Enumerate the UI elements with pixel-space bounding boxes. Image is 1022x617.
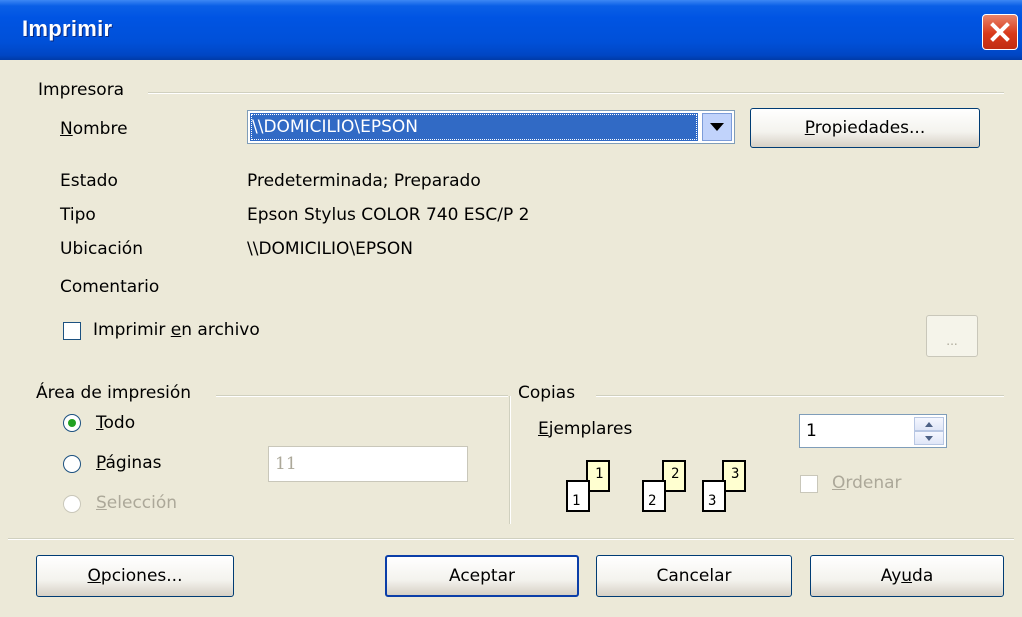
cancel-button[interactable]: Cancelar [596, 555, 792, 597]
printer-group-divider [148, 92, 1004, 94]
collate-page-front-3: 3 [702, 480, 726, 512]
copies-group-divider [596, 395, 1004, 397]
collate-label[interactable]: Ordenar [832, 473, 902, 493]
radio-todo-label[interactable]: Todo [96, 413, 135, 433]
print-to-file-checkbox[interactable] [63, 322, 81, 340]
pages-input[interactable]: 11 [268, 446, 468, 482]
dropdown-button[interactable] [702, 113, 732, 141]
printer-name-select[interactable]: \\DOMICILIO\EPSON [247, 110, 735, 144]
comentario-label: Comentario [60, 277, 160, 297]
tipo-label: Tipo [60, 205, 96, 225]
copies-value: 1 [806, 421, 817, 441]
printer-group-label: Impresora [38, 80, 125, 100]
print-area-group-label: Área de impresión [36, 383, 192, 403]
browse-button[interactable]: ... [926, 315, 978, 357]
name-label: Nombre [60, 119, 128, 139]
radio-paginas[interactable] [63, 455, 81, 473]
browse-label: ... [946, 334, 958, 348]
options-label: Opciones... [87, 566, 183, 586]
radio-seleccion[interactable] [63, 495, 81, 513]
collate-illustration: 1 1 2 2 3 3 [562, 460, 762, 525]
title-bar[interactable]: Imprimir [0, 0, 1022, 60]
collate-page-front-1: 1 [566, 480, 590, 512]
options-button[interactable]: Opciones... [36, 555, 234, 597]
collate-checkbox[interactable] [800, 475, 818, 493]
printer-name-value: \\DOMICILIO\EPSON [250, 113, 698, 141]
collate-page-front-2: 2 [642, 480, 666, 512]
radio-selected-dot [68, 419, 76, 427]
ok-button[interactable]: Aceptar [385, 555, 579, 597]
copies-label: Ejemplares [538, 419, 633, 439]
estado-label: Estado [60, 171, 118, 191]
spin-up-button[interactable] [914, 417, 944, 431]
close-button[interactable] [982, 14, 1018, 50]
chevron-down-icon [710, 123, 724, 131]
window-title: Imprimir [22, 16, 113, 41]
print-dialog: Imprimir Impresora Nombre \\DOMICILIO\EP… [0, 0, 1022, 617]
cancel-label: Cancelar [656, 566, 732, 586]
tipo-value: Epson Stylus COLOR 740 ESC/P 2 [247, 205, 530, 225]
radio-seleccion-label[interactable]: Selección [96, 493, 177, 513]
spin-down-button[interactable] [914, 431, 944, 445]
estado-value: Predeterminada; Preparado [247, 171, 481, 191]
copies-group-label: Copias [518, 383, 576, 403]
help-label: Ayuda [880, 566, 934, 586]
help-button[interactable]: Ayuda [810, 555, 1004, 597]
arrow-down-icon [925, 435, 933, 441]
radio-paginas-label[interactable]: Páginas [96, 453, 161, 473]
print-area-group-divider [216, 395, 508, 397]
radio-todo[interactable] [63, 414, 81, 432]
arrow-up-icon [925, 421, 933, 427]
properties-label: Propiedades... [804, 118, 926, 138]
ubicacion-value: \\DOMICILIO\EPSON [247, 239, 413, 259]
copies-spinner[interactable]: 1 [799, 414, 947, 448]
print-to-file-label[interactable]: Imprimir en archivo [93, 320, 260, 340]
ok-label: Aceptar [449, 566, 515, 586]
group-separator [509, 396, 511, 524]
properties-button[interactable]: Propiedades... [750, 108, 980, 148]
close-icon [990, 22, 1010, 42]
bottom-divider [8, 538, 1014, 540]
ubicacion-label: Ubicación [60, 239, 143, 259]
